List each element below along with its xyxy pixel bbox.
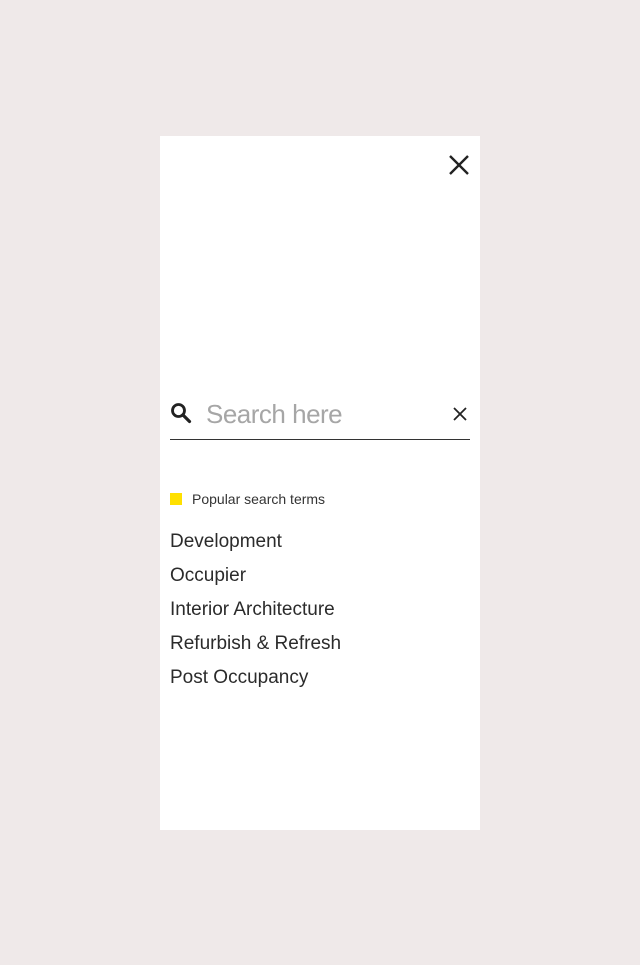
- page-background: Popular search terms Development Occupie…: [0, 0, 640, 965]
- popular-search-header: Popular search terms: [170, 491, 325, 507]
- clear-icon: [453, 407, 467, 421]
- search-modal: Popular search terms Development Occupie…: [160, 136, 480, 830]
- yellow-square-icon: [170, 493, 182, 505]
- search-term-link[interactable]: Post Occupancy: [170, 666, 341, 700]
- close-modal-button[interactable]: [447, 153, 471, 177]
- search-term-link[interactable]: Occupier: [170, 564, 341, 598]
- close-icon: [449, 155, 469, 175]
- search-term-link[interactable]: Development: [170, 530, 341, 564]
- popular-terms-list: Development Occupier Interior Architectu…: [170, 530, 341, 700]
- search-input[interactable]: [206, 396, 436, 432]
- popular-search-label: Popular search terms: [192, 491, 326, 507]
- search-term-link[interactable]: Refurbish & Refresh: [170, 632, 341, 666]
- search-term-link[interactable]: Interior Architecture: [170, 598, 341, 632]
- search-bar: [170, 396, 470, 440]
- clear-search-button[interactable]: [452, 406, 468, 422]
- search-icon: [171, 403, 192, 424]
